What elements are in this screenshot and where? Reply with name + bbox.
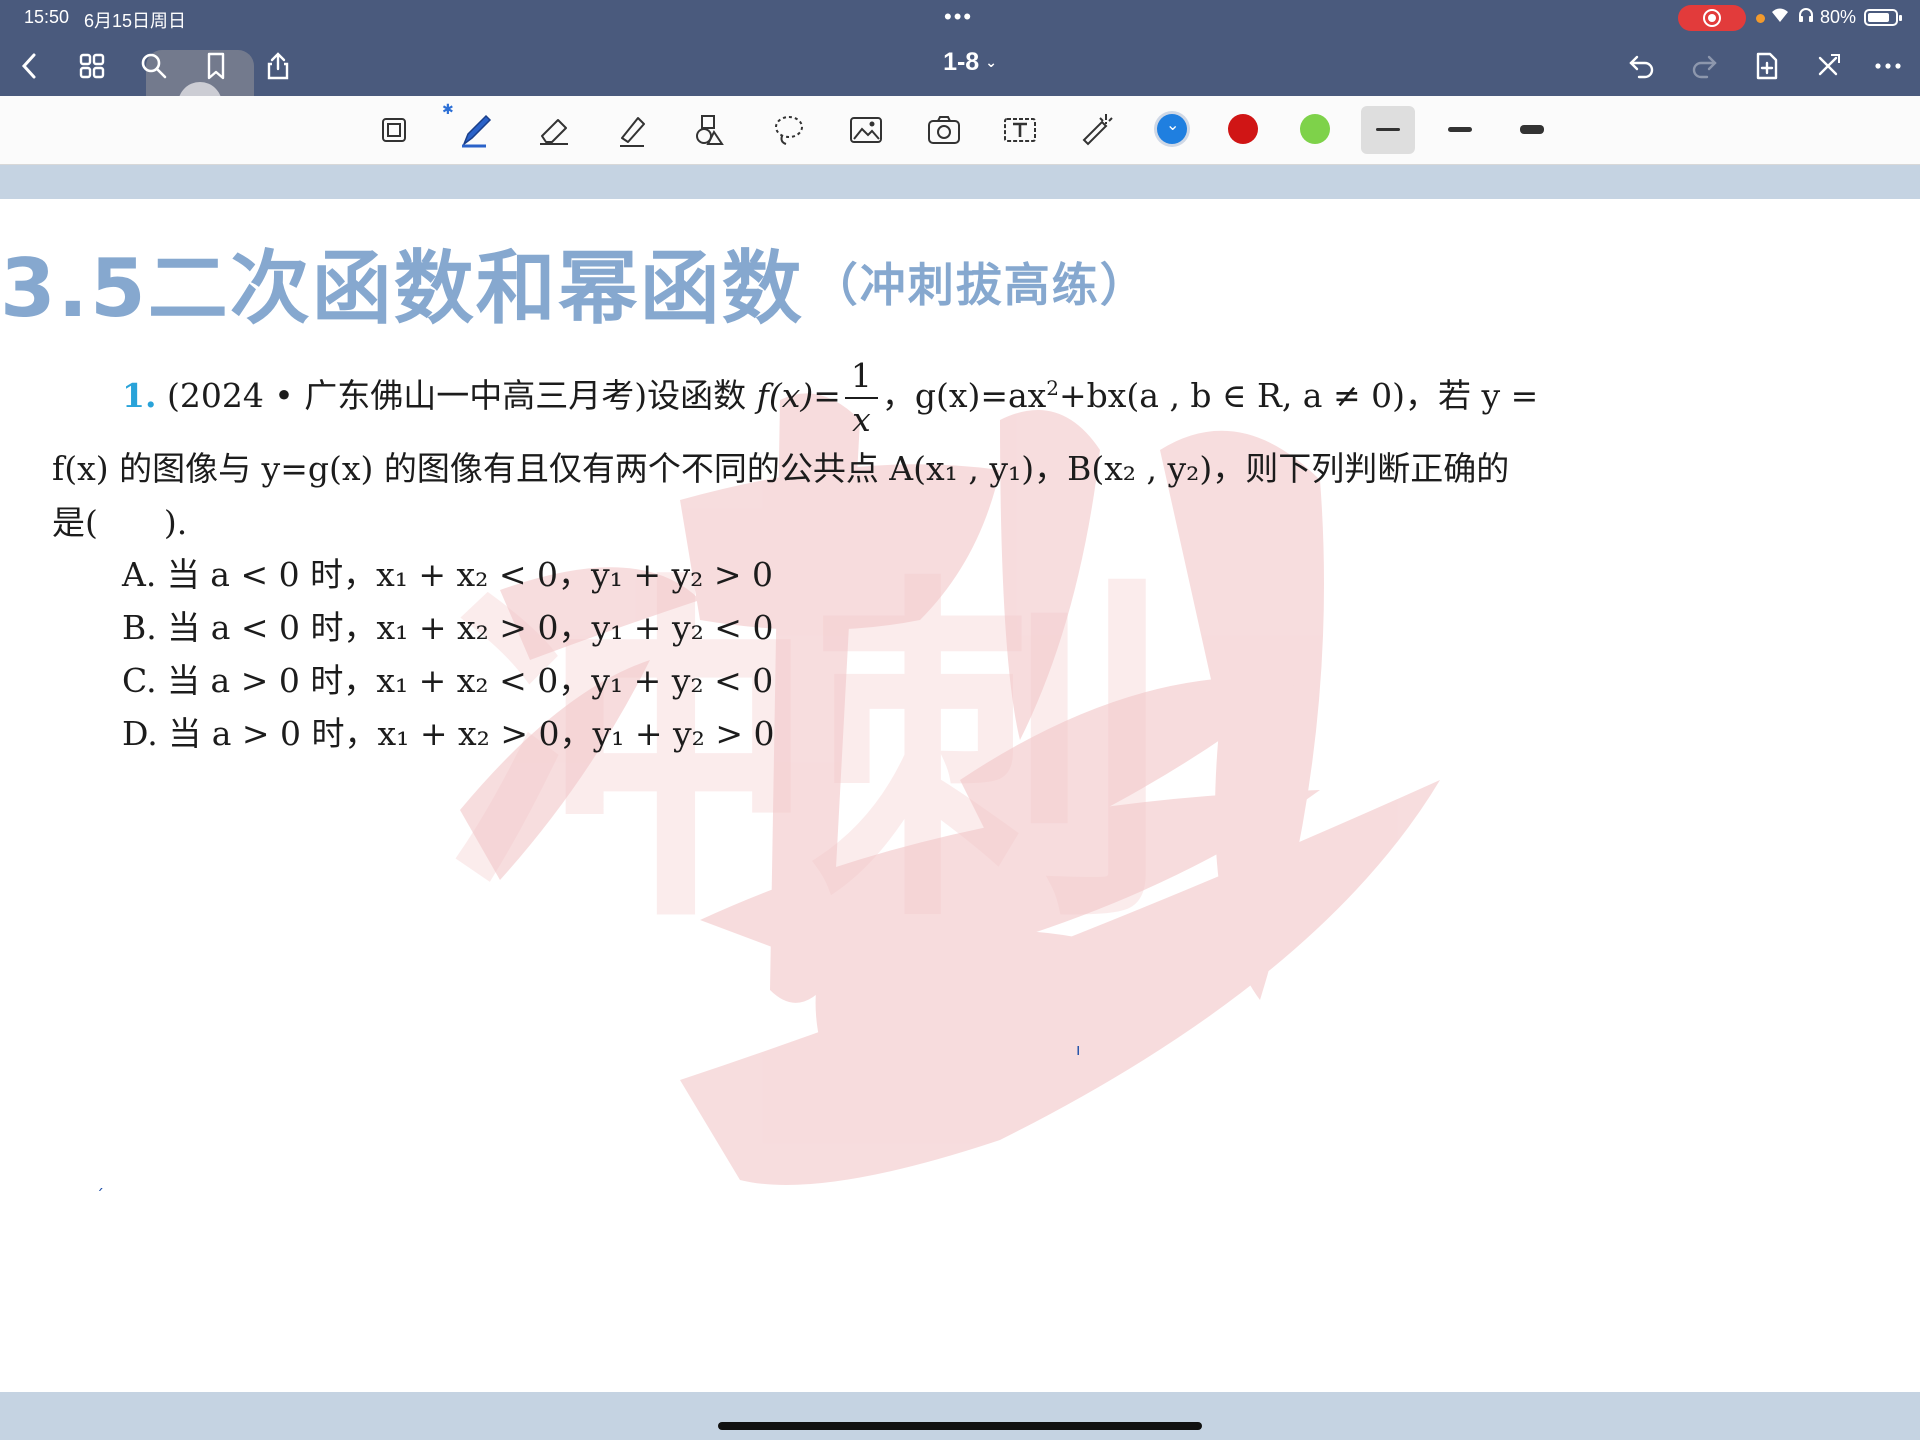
color-swatch-blue[interactable] [1157, 114, 1187, 144]
text-box-icon[interactable] [996, 106, 1044, 154]
home-indicator[interactable] [718, 1422, 1202, 1430]
exponent-2: 2 [1046, 376, 1060, 400]
record-icon [1703, 9, 1721, 27]
stroke-width-thin[interactable] [1361, 106, 1415, 154]
ink-mark: ı [1076, 1040, 1081, 1059]
status-time: 15:50 [24, 7, 70, 27]
multitasking-dots-icon[interactable]: ••• [944, 4, 973, 30]
option-a: A. 当 a < 0 时，x₁ + x₂ < 0，y₁ + y₂ > 0 [122, 555, 774, 594]
status-date: 6月15日周日 [84, 11, 187, 31]
document-page-selector[interactable]: 1-8 ⌄ [920, 48, 1020, 77]
stroke-line-medium [1448, 127, 1472, 132]
page-title: 3.5二次函数和幂函数 （冲刺拔高练） [0, 224, 1148, 340]
nav-bar: 1-8 ⌄ [0, 36, 1920, 158]
back-chevron-icon[interactable] [8, 44, 52, 88]
page-margin-top [0, 165, 1920, 199]
f-definition: f(x)= [756, 376, 841, 415]
undo-icon[interactable] [1620, 44, 1664, 88]
option-c: C. 当 a > 0 时，x₁ + x₂ < 0，y₁ + y₂ < 0 [122, 661, 774, 700]
highlighter-icon[interactable] [608, 106, 656, 154]
headphone-icon [1797, 6, 1815, 29]
status-bar: 15:50 6月15日周日 ••• 80% [0, 0, 1920, 36]
bookmark-icon[interactable] [194, 44, 238, 88]
stroke-line-thin [1376, 128, 1400, 131]
stroke-width-medium[interactable] [1433, 106, 1487, 154]
annotation-toolbar: ✱ [0, 96, 1920, 165]
fraction-numerator: 1 [844, 355, 878, 399]
watermark-logo: 冲刺 [450, 393, 1440, 1185]
question-line-3: 是( ). [52, 503, 188, 542]
option-b: B. 当 a < 0 时，x₁ + x₂ > 0，y₁ + y₂ < 0 [122, 608, 774, 647]
fraction-one-over-x: 1x [844, 355, 878, 441]
share-icon[interactable] [256, 44, 300, 88]
laser-pointer-icon[interactable] [1072, 106, 1120, 154]
fraction-denominator: x [852, 400, 871, 439]
stroke-line-thick [1520, 125, 1544, 134]
redo-icon[interactable] [1682, 44, 1726, 88]
camera-icon[interactable] [920, 106, 968, 154]
eraser-icon[interactable] [530, 106, 578, 154]
page-margin-bottom [0, 1392, 1920, 1440]
option-d: D. 当 a > 0 时，x₁ + x₂ > 0，y₁ + y₂ > 0 [122, 714, 775, 753]
battery-icon [1864, 9, 1902, 26]
page-range-label: 1-8 [943, 48, 980, 76]
ink-mark: ˏ [96, 1172, 104, 1191]
grid-icon[interactable] [70, 44, 114, 88]
wifi-icon [1770, 6, 1790, 29]
read-mode-icon[interactable] [370, 106, 418, 154]
stroke-width-thick[interactable] [1505, 106, 1559, 154]
page-title-sub: （冲刺拔高练） [811, 258, 1148, 312]
more-icon[interactable] [1866, 44, 1910, 88]
image-icon[interactable] [842, 106, 890, 154]
question-number: 1. [122, 376, 157, 415]
question-line-1: 1. (2024 • 广东佛山一中高三月考)设函数 f(x)= 1 x ，g(x)=a… [122, 355, 1538, 441]
question-line-2: f(x) 的图像与 y=g(x) 的图像有且仅有两个不同的公共点 A(x₁ , … [52, 449, 1510, 488]
g-definition: ，g(x)=ax [881, 376, 1047, 415]
chevron-down-icon: ⌄ [985, 54, 997, 70]
battery-percentage: 80% [1820, 7, 1857, 27]
mic-in-use-dot [1756, 14, 1765, 23]
color-swatch-green[interactable] [1300, 114, 1330, 144]
lasso-icon[interactable] [764, 106, 812, 154]
pen-icon[interactable] [452, 106, 500, 154]
shapes-icon[interactable] [686, 106, 734, 154]
battery-fill [1868, 13, 1889, 22]
close-icon[interactable] [1806, 44, 1850, 88]
screen-recording-indicator[interactable] [1678, 5, 1746, 31]
color-swatch-red[interactable] [1228, 114, 1258, 144]
question-line-1-end: +bx(a , b ∈ R, a ≠ 0)，若 y = [1059, 376, 1539, 415]
add-page-icon[interactable] [1744, 44, 1788, 88]
question-source: (2024 • 广东佛山一中高三月考)设函数 [166, 376, 747, 415]
search-icon[interactable] [132, 44, 176, 88]
page-title-main: 3.5二次函数和幂函数 [0, 242, 804, 335]
